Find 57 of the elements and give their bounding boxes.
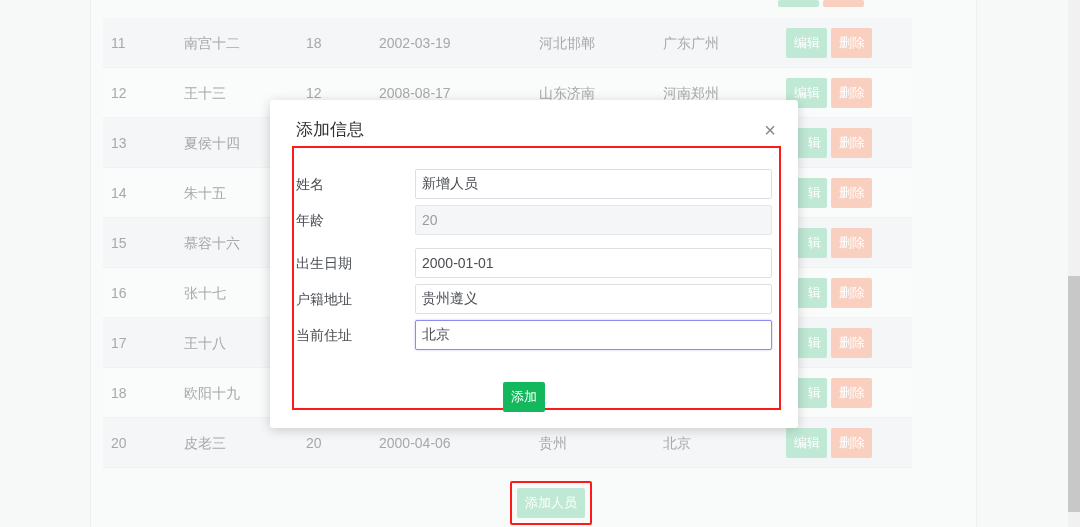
input-field[interactable]: 新增人员 (415, 169, 772, 199)
add-person-button[interactable]: 添加人员 (517, 488, 585, 518)
delete-button[interactable]: 删除 (831, 127, 872, 158)
edit-button[interactable]: 编辑 (786, 427, 827, 458)
field-label: 出生日期 (295, 253, 353, 273)
table-cell: 14 (111, 184, 127, 201)
table-cell: 2000-04-06 (379, 434, 451, 451)
delete-button[interactable]: 删除 (831, 77, 872, 108)
input-field[interactable]: 北京 (415, 320, 772, 350)
table-cell: 张十七 (184, 284, 226, 301)
table-cell: 朱十五 (184, 184, 226, 201)
table-cell: 欧阳十九 (184, 384, 240, 401)
field-label: 姓名 (295, 174, 325, 194)
table-cell: 20 (306, 434, 322, 451)
table-cell: 河南郑州 (663, 84, 719, 101)
table-cell: 13 (111, 134, 127, 151)
delete-button[interactable]: 删除 (831, 327, 872, 358)
field-label: 当前住址 (295, 325, 353, 345)
input-field[interactable]: 2000-01-01 (415, 248, 772, 278)
delete-button[interactable]: 删除 (831, 27, 872, 58)
table-cell: 2002-03-19 (379, 34, 451, 51)
table-cell: 山东济南 (539, 84, 595, 101)
delete-button[interactable]: 删除 (831, 227, 872, 258)
field-label: 年龄 (295, 210, 325, 230)
delete-button[interactable]: 删除 (831, 377, 872, 408)
table-cell: 2008-08-17 (379, 84, 451, 101)
edit-button[interactable]: 编辑 (786, 27, 827, 58)
close-button[interactable]: × (764, 120, 776, 140)
delete-button[interactable]: 删除 (831, 277, 872, 308)
table-cell: 皮老三 (184, 434, 226, 451)
delete-button[interactable]: 删除 (831, 427, 872, 458)
table-cell: 南宫十二 (184, 34, 240, 51)
table-cell: 18 (111, 384, 127, 401)
dialog-title: 添加信息 (296, 119, 364, 142)
table-cell: 北京 (663, 434, 691, 451)
scrollbar[interactable] (1068, 0, 1080, 527)
input-field[interactable]: 贵州遵义 (415, 284, 772, 314)
table-cell: 15 (111, 234, 127, 251)
table-cell: 18 (306, 34, 322, 51)
table-cell: 广东广州 (663, 34, 719, 51)
table-cell: 贵州 (539, 434, 567, 451)
edit-button[interactable]: 编辑 (786, 77, 827, 108)
table-cell: 王十三 (184, 84, 226, 101)
table-cell: 河北邯郸 (539, 34, 595, 51)
table-cell: 12 (111, 84, 127, 101)
table-cell: 11 (111, 34, 126, 51)
table-cell: 慕容十六 (184, 234, 240, 251)
table-cell: 17 (111, 334, 127, 351)
table-cell: 夏侯十四 (184, 134, 240, 151)
submit-button[interactable]: 添加 (502, 382, 545, 412)
table-cell: 16 (111, 284, 127, 301)
table-cell: 20 (111, 434, 127, 451)
table-cell: 王十八 (184, 334, 226, 351)
table-cell: 12 (306, 84, 322, 101)
field-label: 户籍地址 (295, 289, 353, 309)
scrollbar-thumb[interactable] (1068, 276, 1080, 512)
delete-button[interactable]: 删除 (831, 177, 872, 208)
